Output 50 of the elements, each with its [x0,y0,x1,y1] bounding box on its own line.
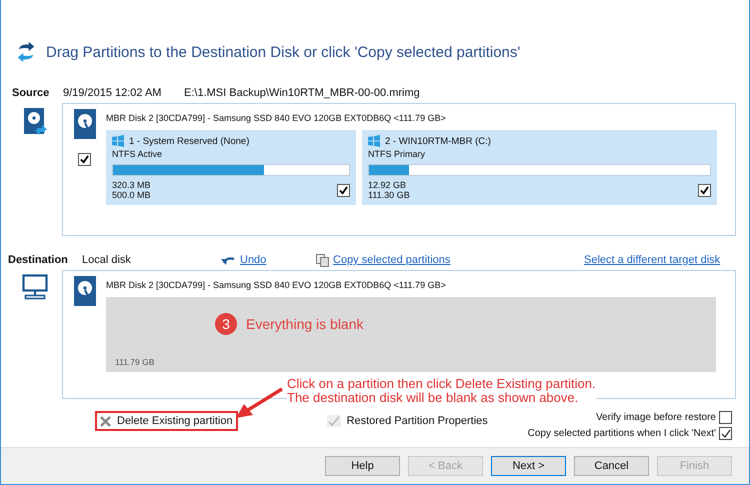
checkbox-option[interactable]: Copy selected partitions when I click 'Next' [528,427,732,440]
total-size: 500.0 MB [112,190,151,200]
undo-link[interactable]: Undo [221,254,316,266]
used-size: 320.3 MB [112,180,151,190]
partition-name: 2 - WIN10RTM-MBR (C:) [385,136,491,146]
option-label: Copy selected partitions when I click 'Next' [528,428,716,439]
checkbox[interactable] [698,184,711,196]
close-icon [100,416,111,426]
image-date: 9/19/2015 12:02 AM [63,87,162,99]
unallocated-area[interactable]: 3 Everything is blank 111.79 GB [106,297,716,372]
windows-logo-icon [112,135,124,147]
section-label: Destination [8,254,69,266]
copy-icon [316,254,329,266]
partition-properties-button[interactable]: Restored Partition Properties [322,411,492,431]
swap-arrows-icon [15,40,37,64]
partition-name: 1 - System Reserved (None) [129,136,250,146]
disk-title: MBR Disk 2 [30CDA799] - Samsung SSD 840 EVO 120GB EXT0DB6Q <111.79 GB> [106,113,447,125]
checkbox-option[interactable]: Verify image before restore [596,411,732,424]
option-label: Verify image before restore [596,412,716,423]
dialog-button[interactable]: Next > [491,456,566,476]
annotation-text: The destination disk will be blank as shown above. [287,391,578,405]
check-icon [326,415,341,427]
section-label: Source [12,87,50,99]
partition-type: NTFS Active [112,149,164,159]
checkbox[interactable] [719,411,732,424]
partition-card[interactable]: 1 - System Reserved (None) NTFS Active 320.3 MB 500.0 MB [106,130,356,205]
windows-logo-icon [368,135,380,147]
step-badge: 3 [215,313,237,335]
checkbox[interactable] [337,184,350,196]
partition-card[interactable]: 2 - WIN10RTM-MBR (C:) NTFS Primary 12.92 GB 111.30 GB [362,130,717,205]
delete-partition-button[interactable]: Delete Existing partition [95,411,238,431]
dialog-button[interactable]: Help [325,456,400,476]
copy-partitions-link[interactable]: Copy selected partitions [316,254,584,266]
image-path: E:\1.MSI Backup\Win10RTM_MBR-00-00.mrimg [184,87,420,99]
disk-title: MBR Disk 2 [30CDA799] - Samsung SSD 840 EVO 120GB EXT0DB6Q <111.79 GB> [106,280,447,292]
checkbox[interactable] [719,427,732,440]
used-size: 12.92 GB [368,180,408,190]
total-size: 111.30 GB [368,190,410,200]
checkbox[interactable] [78,153,91,166]
dialog-button[interactable]: Cancel [574,456,649,476]
disk-image-icon [22,107,46,137]
annotation-text: Everything is blank [246,316,364,332]
partition-type: NTFS Primary [368,149,426,159]
undo-icon [221,254,236,266]
computer-icon [22,274,48,300]
disk-size: 111.79 GB [115,357,156,367]
page-title: Drag Partitions to the Destination Disk or click 'Copy selected partitions' [46,44,520,60]
disk-label: Local disk [82,254,132,266]
select-target-link[interactable]: Select a different target disk [584,254,720,266]
annotation-text: Click on a partition then click Delete Existing partition. [287,377,596,391]
